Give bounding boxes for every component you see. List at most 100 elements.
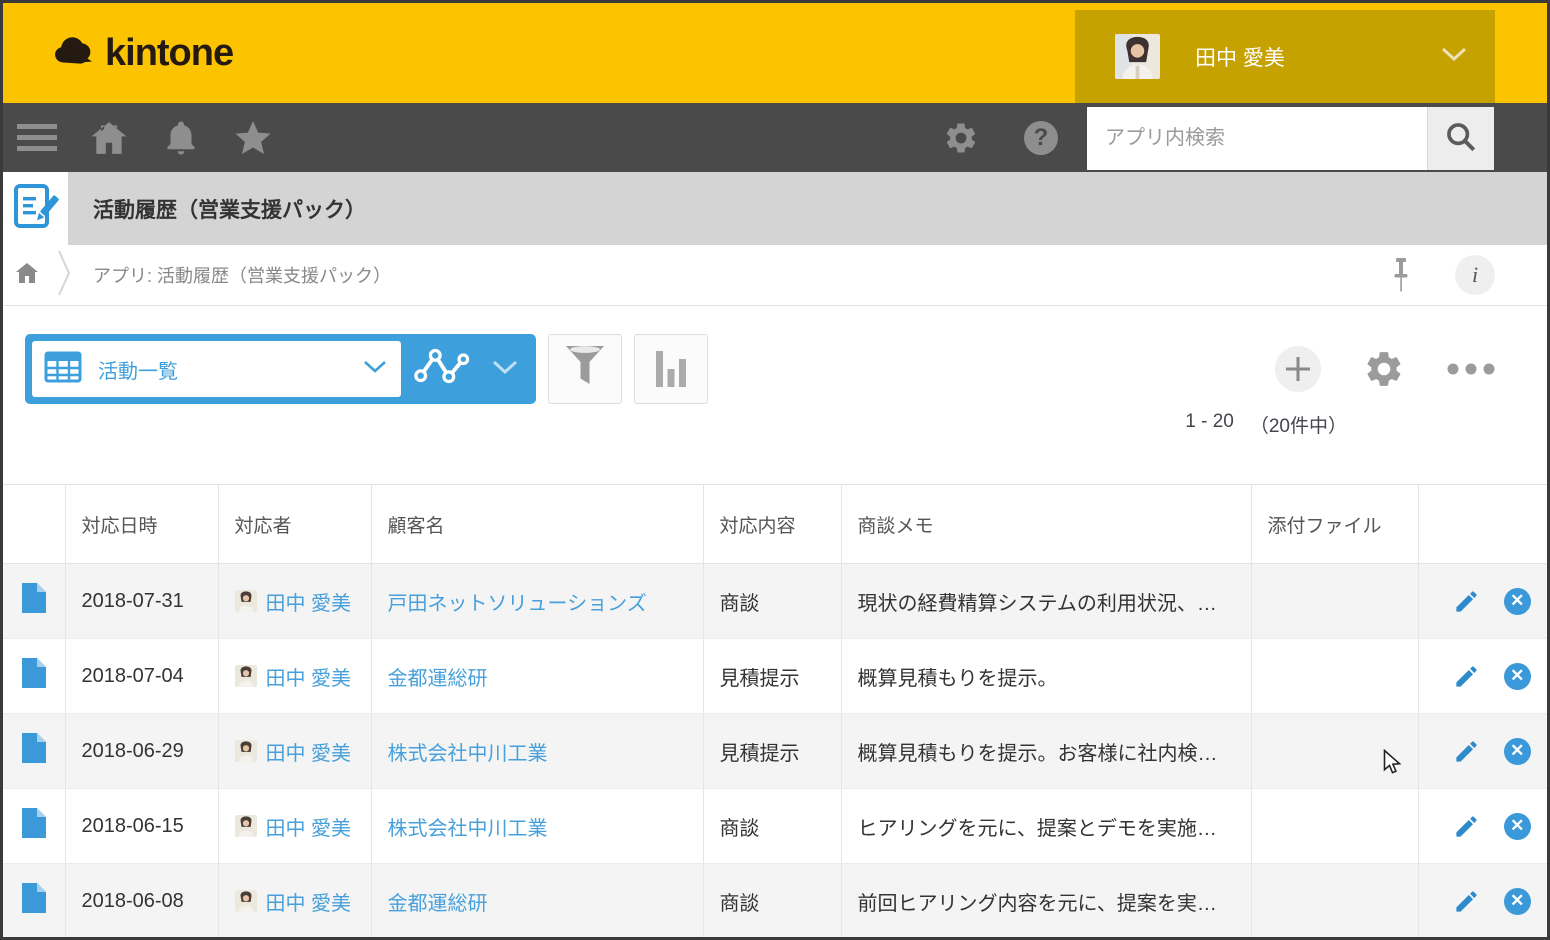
customer-link[interactable]: 株式会社中川工業 xyxy=(388,818,548,840)
person-link[interactable]: 田中 愛美 xyxy=(266,587,352,616)
record-file-icon[interactable] xyxy=(22,671,46,693)
breadcrumb-app-label[interactable]: アプリ: 活動履歴（営業支援パック） xyxy=(93,262,391,288)
cell-type: 見積提示 xyxy=(703,714,841,789)
person-link[interactable]: 田中 愛美 xyxy=(266,887,352,916)
cell-memo: 概算見積もりを提示。お客様に社内検… xyxy=(841,714,1251,789)
graph-menu[interactable] xyxy=(401,345,529,394)
app-title: 活動履歴（営業支援パック） xyxy=(93,194,366,224)
cell-attachment xyxy=(1251,639,1418,714)
table-row: 2018-07-04 田中 愛美 金都運総研 見積提示 概算見積もりを提示。 ✕ xyxy=(3,639,1549,714)
bar-chart-icon xyxy=(654,347,688,392)
search-button[interactable] xyxy=(1427,107,1494,170)
user-avatar xyxy=(1115,34,1160,79)
view-selector: 活動一覧 xyxy=(25,334,536,404)
cell-type: 商談 xyxy=(703,864,841,939)
pagination: 1 - 20 （20件中） xyxy=(1185,411,1347,438)
table-row: 2018-07-31 田中 愛美 戸田ネットソリューションズ 商談 現状の経費精… xyxy=(3,564,1549,639)
view-dropdown[interactable]: 活動一覧 xyxy=(32,341,401,397)
graph-chevron-down-icon xyxy=(492,360,518,379)
avatar xyxy=(235,665,257,687)
delete-record-button[interactable]: ✕ xyxy=(1504,888,1531,915)
customer-link[interactable]: 戸田ネットソリューションズ xyxy=(388,593,647,615)
chart-button[interactable] xyxy=(634,334,708,404)
edit-record-button[interactable] xyxy=(1453,813,1480,840)
record-file-icon[interactable] xyxy=(22,821,46,843)
person-link[interactable]: 田中 愛美 xyxy=(266,737,352,766)
search-icon xyxy=(1444,120,1478,157)
person-link[interactable]: 田中 愛美 xyxy=(266,662,352,691)
cell-date: 2018-07-31 xyxy=(65,564,218,639)
cell-attachment xyxy=(1251,789,1418,864)
table-view-icon xyxy=(44,351,82,388)
kintone-logo[interactable]: kintone xyxy=(53,32,233,75)
col-attachment: 添付ファイル xyxy=(1251,485,1418,564)
app-settings-gear-icon[interactable] xyxy=(1363,348,1405,390)
customer-link[interactable]: 株式会社中川工業 xyxy=(388,743,548,765)
home-icon[interactable] xyxy=(87,116,131,160)
col-date: 対応日時 xyxy=(65,485,218,564)
record-controls xyxy=(1275,346,1495,392)
record-file-icon[interactable] xyxy=(22,896,46,918)
cell-type: 商談 xyxy=(703,789,841,864)
help-glyph: ? xyxy=(1024,121,1058,155)
close-icon: ✕ xyxy=(1504,888,1531,915)
pin-icon[interactable] xyxy=(1391,257,1411,298)
cell-memo: 前回ヒアリング内容を元に、提案を実… xyxy=(841,864,1251,939)
add-record-button[interactable] xyxy=(1275,346,1321,392)
avatar xyxy=(235,740,257,762)
col-person: 対応者 xyxy=(218,485,371,564)
close-icon: ✕ xyxy=(1504,813,1531,840)
filter-funnel-icon xyxy=(563,344,607,395)
current-view-name: 活動一覧 xyxy=(98,355,178,384)
cell-memo: 現状の経費精算システムの利用状況、… xyxy=(841,564,1251,639)
favorite-star-icon[interactable] xyxy=(231,116,275,160)
hamburger-menu-icon[interactable] xyxy=(15,116,59,160)
cell-attachment xyxy=(1251,564,1418,639)
breadcrumb: アプリ: 活動履歴（営業支援パック） i xyxy=(3,245,1547,306)
cell-date: 2018-06-29 xyxy=(65,714,218,789)
customer-link[interactable]: 金都運総研 xyxy=(388,893,488,915)
close-icon: ✕ xyxy=(1504,663,1531,690)
notification-bell-icon[interactable] xyxy=(159,116,203,160)
pagination-total: （20件中） xyxy=(1250,411,1347,438)
edit-record-button[interactable] xyxy=(1453,738,1480,765)
record-file-icon[interactable] xyxy=(22,596,46,618)
delete-record-button[interactable]: ✕ xyxy=(1504,663,1531,690)
line-chart-icon xyxy=(412,345,474,394)
close-icon: ✕ xyxy=(1504,588,1531,615)
breadcrumb-home-icon[interactable] xyxy=(15,261,39,290)
more-options-icon[interactable] xyxy=(1447,363,1495,375)
delete-record-button[interactable]: ✕ xyxy=(1504,813,1531,840)
brand-bar: kintone 田中 愛美 xyxy=(3,3,1547,103)
app-title-bar: 活動履歴（営業支援パック） xyxy=(68,172,1547,245)
delete-record-button[interactable]: ✕ xyxy=(1504,738,1531,765)
pagination-range: 1 - 20 xyxy=(1185,411,1234,438)
search-input[interactable] xyxy=(1087,107,1427,170)
app-icon-cell xyxy=(3,172,68,245)
info-icon[interactable]: i xyxy=(1455,255,1495,295)
help-icon[interactable]: ? xyxy=(1019,116,1063,160)
app-header: 活動履歴（営業支援パック） xyxy=(3,172,1547,245)
col-memo: 商談メモ xyxy=(841,485,1251,564)
user-menu[interactable]: 田中 愛美 xyxy=(1075,10,1495,103)
col-actions xyxy=(1418,485,1549,564)
cell-memo: ヒアリングを元に、提案とデモを実施… xyxy=(841,789,1251,864)
avatar xyxy=(235,590,257,612)
logo-wordmark: kintone xyxy=(105,32,233,75)
cell-attachment xyxy=(1251,864,1418,939)
edit-record-button[interactable] xyxy=(1453,888,1480,915)
delete-record-button[interactable]: ✕ xyxy=(1504,588,1531,615)
edit-record-button[interactable] xyxy=(1453,588,1480,615)
app-record-icon xyxy=(13,183,59,234)
cell-attachment xyxy=(1251,714,1418,789)
person-link[interactable]: 田中 愛美 xyxy=(266,812,352,841)
customer-link[interactable]: 金都運総研 xyxy=(388,668,488,690)
admin-gear-icon[interactable] xyxy=(939,116,983,160)
cell-type: 見積提示 xyxy=(703,639,841,714)
record-file-icon[interactable] xyxy=(22,746,46,768)
toolbar-right: ? xyxy=(939,116,1063,160)
cell-date: 2018-07-04 xyxy=(65,639,218,714)
edit-record-button[interactable] xyxy=(1453,663,1480,690)
cell-memo: 概算見積もりを提示。 xyxy=(841,639,1251,714)
filter-button[interactable] xyxy=(548,334,622,404)
